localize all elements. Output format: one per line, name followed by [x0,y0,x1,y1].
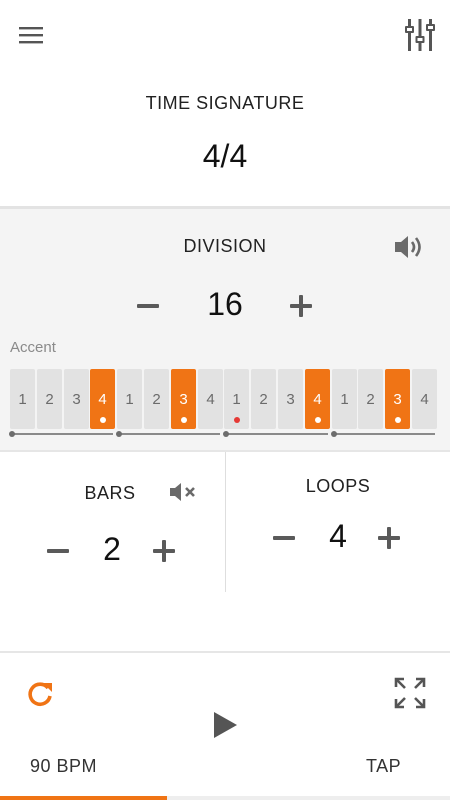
division-value: 16 [207,286,243,322]
accent-beat-label: 3 [72,390,81,408]
bars-increase-button[interactable] [146,533,182,569]
accent-beat-label: 4 [420,390,429,408]
division-title: DIVISION [183,236,267,256]
current-beat-marker [233,417,240,423]
division-decrease-button[interactable] [130,288,166,324]
accent-beat-label: 1 [125,390,134,408]
accent-marker-dot [314,417,321,423]
accent-beat-cell[interactable]: 3 [171,369,196,429]
repeat-icon[interactable] [22,676,58,712]
accent-beat-label: 4 [98,390,107,408]
play-icon[interactable] [205,705,245,745]
accent-beat-label: 2 [45,390,54,408]
bpm-button[interactable]: 90 BPM [30,756,97,777]
beat-group-line [332,433,435,435]
accent-beat-label: 3 [286,390,295,408]
division-increase-button[interactable] [283,288,319,324]
beat-group-line [10,433,113,435]
accent-label: Accent [10,339,56,356]
accent-beat-label: 1 [232,390,241,408]
accent-beat-label: 1 [18,390,27,408]
accent-beat-cell[interactable]: 2 [144,369,169,429]
accent-beat-cell[interactable]: 4 [412,369,437,429]
accent-beat-cell[interactable]: 1 [117,369,142,429]
beat-group-start-dot [9,431,15,437]
time-signature-title: TIME SIGNATURE [145,93,305,113]
equalizer-sliders-icon[interactable] [400,16,440,54]
loops-increase-button[interactable] [371,520,407,556]
accent-beat-label: 4 [206,390,215,408]
accent-beat-cell[interactable]: 3 [278,369,303,429]
accent-beat-cell[interactable]: 1 [224,369,249,429]
loops-title: LOOPS [305,476,371,496]
speaker-muted-icon[interactable] [166,478,200,506]
accent-beat-cell[interactable]: 3 [385,369,410,429]
bars-loops-separator [225,452,226,592]
beat-group-line [117,433,220,435]
fullscreen-expand-icon[interactable] [390,674,430,712]
section-divider [0,651,450,653]
beat-group-start-dot [223,431,229,437]
accent-marker-dot [180,417,187,423]
bars-title: BARS [84,483,136,503]
accent-beat-cell[interactable]: 1 [10,369,35,429]
beat-group-line [224,433,328,435]
accent-beat-cell[interactable]: 4 [198,369,223,429]
accent-beat-label: 2 [152,390,161,408]
accent-beat-label: 2 [366,390,375,408]
accent-beat-label: 4 [313,390,322,408]
accent-beat-cell[interactable]: 2 [37,369,62,429]
accent-beat-cell[interactable]: 1 [332,369,357,429]
beat-group-start-dot [116,431,122,437]
accent-beat-cell[interactable]: 2 [358,369,383,429]
accent-beat-label: 3 [393,390,402,408]
time-signature-value[interactable]: 4/4 [0,138,450,175]
accent-marker-dot [394,417,401,423]
bars-decrease-button[interactable] [40,533,76,569]
accent-beat-cell[interactable]: 2 [251,369,276,429]
accent-beat-label: 2 [259,390,268,408]
progress-fill [0,796,167,800]
accent-strip: 1234123412341234 [10,369,440,429]
speaker-volume-icon[interactable] [390,230,430,264]
accent-marker-dot [99,417,106,423]
beat-group-start-dot [331,431,337,437]
loops-decrease-button[interactable] [266,520,302,556]
tap-button[interactable]: TAP [366,756,401,777]
loops-value: 4 [329,518,347,554]
bars-value: 2 [103,531,121,567]
accent-beat-cell[interactable]: 3 [64,369,89,429]
hamburger-menu-icon[interactable] [14,18,48,52]
accent-beat-cell[interactable]: 4 [90,369,115,429]
accent-beat-label: 3 [179,390,188,408]
accent-beat-label: 1 [340,390,349,408]
accent-beat-cell[interactable]: 4 [305,369,330,429]
